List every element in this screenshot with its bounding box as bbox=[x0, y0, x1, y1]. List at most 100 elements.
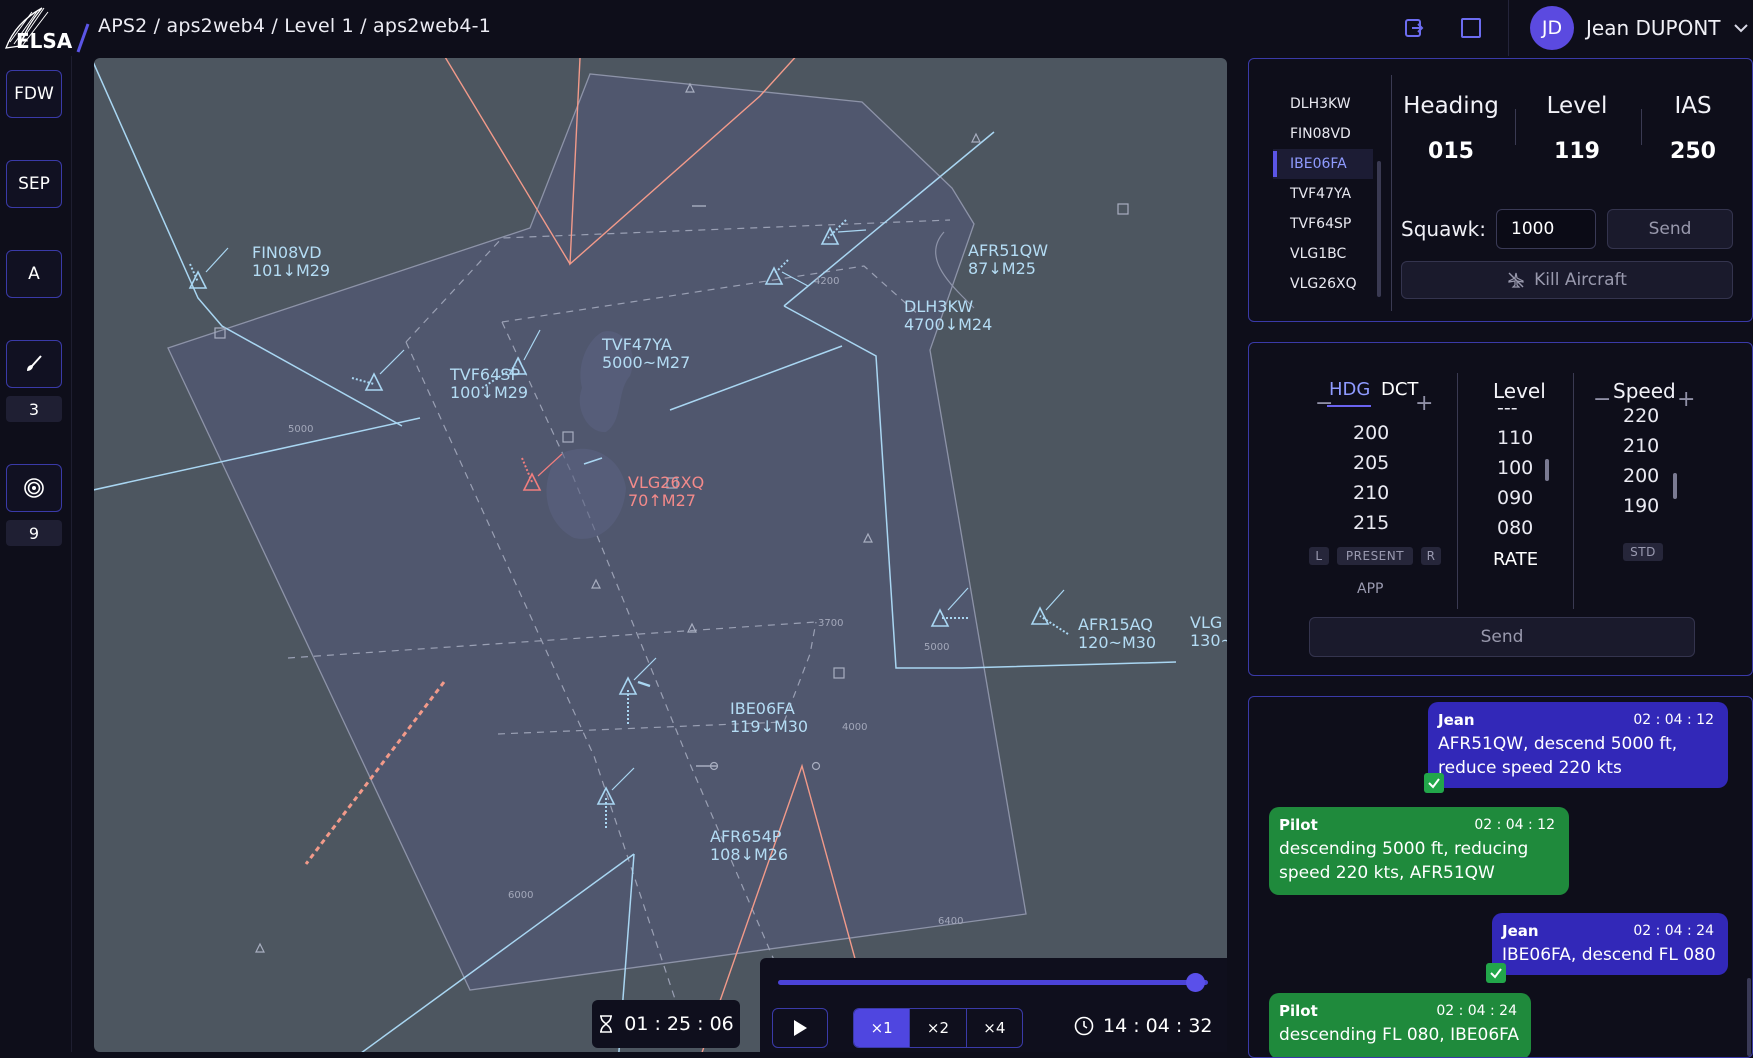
kill-aircraft-label: Kill Aircraft bbox=[1534, 270, 1627, 290]
target-icon bbox=[24, 478, 44, 498]
speed-option[interactable]: 210 bbox=[1623, 435, 1659, 457]
aircraft-label-callsign[interactable]: VLG bbox=[1190, 613, 1222, 632]
squawk-send-button[interactable]: Send bbox=[1607, 209, 1733, 249]
heading-option[interactable]: 200 bbox=[1353, 422, 1389, 444]
alt-label: 4000 bbox=[842, 722, 867, 733]
app-button[interactable]: APP bbox=[1357, 581, 1383, 597]
level-option[interactable]: 080 bbox=[1497, 517, 1533, 539]
alt-label: 5000 bbox=[288, 424, 313, 435]
chat-scrollbar[interactable] bbox=[1747, 978, 1751, 1056]
aircraft-label-callsign[interactable]: AFR51QW bbox=[968, 241, 1048, 260]
user-menu[interactable]: JD Jean DUPONT bbox=[1530, 6, 1749, 50]
callsign-list: DLH3KW FIN08VD IBE06FA TVF47YA TVF64SP V… bbox=[1273, 89, 1373, 299]
speed-plus-button[interactable]: + bbox=[1677, 365, 1695, 435]
aircraft-label-callsign[interactable]: DLH3KW bbox=[904, 297, 973, 316]
aircraft-label-callsign[interactable]: AFR15AQ bbox=[1078, 615, 1153, 634]
aircraft-label-callsign[interactable]: IBE06FA bbox=[730, 699, 795, 718]
squawk-label: Squawk: bbox=[1401, 217, 1486, 241]
turn-left-button[interactable]: L bbox=[1309, 547, 1329, 565]
aircraft-label-callsign[interactable]: TVF47YA bbox=[601, 335, 672, 354]
speed-scroller[interactable]: 220 210 200 190 bbox=[1623, 405, 1673, 535]
target-count: 9 bbox=[6, 520, 62, 546]
callsign-item[interactable]: FIN08VD bbox=[1273, 119, 1373, 149]
aircraft-label-data: 70↑M27 bbox=[628, 491, 696, 510]
std-speed-button[interactable]: STD bbox=[1623, 543, 1663, 561]
level-option[interactable]: 110 bbox=[1497, 427, 1533, 449]
speed-option[interactable]: 200 bbox=[1623, 465, 1659, 487]
chat-panel[interactable]: Jean 02 : 04 : 12 AFR51QW, descend 5000 … bbox=[1248, 696, 1753, 1058]
message-text: IBE06FA, descend FL 080 bbox=[1502, 945, 1716, 965]
tab-hdg[interactable]: HDG bbox=[1329, 379, 1370, 400]
callsign-item[interactable]: DLH3KW bbox=[1273, 89, 1373, 119]
chat-message-atc: Jean 02 : 04 : 12 AFR51QW, descend 5000 … bbox=[1428, 702, 1728, 788]
a-button[interactable]: A bbox=[6, 250, 62, 298]
heading-option[interactable]: 215 bbox=[1353, 512, 1389, 534]
aircraft-label-data: 100↓M29 bbox=[450, 383, 528, 402]
aircraft-label-callsign[interactable]: TVF64SP bbox=[449, 365, 520, 384]
callsign-scrollbar[interactable] bbox=[1377, 161, 1381, 297]
radar-view[interactable]: 4200 5000 3700 5000 4000 6000 6400 FIN08… bbox=[94, 58, 1227, 1052]
heading-minus-button[interactable]: − bbox=[1315, 369, 1333, 439]
level-scrollbar[interactable] bbox=[1545, 459, 1549, 481]
breadcrumb: APS2 / aps2web4 / Level 1 / aps2web4-1 bbox=[98, 15, 492, 37]
playback-slider-thumb[interactable] bbox=[1186, 973, 1206, 992]
divider bbox=[1515, 109, 1516, 145]
aircraft-label-callsign[interactable]: FIN08VD bbox=[252, 243, 322, 262]
squawk-input[interactable] bbox=[1496, 209, 1596, 249]
callsign-item[interactable]: TVF64SP bbox=[1273, 209, 1373, 239]
level-scroller[interactable]: --- 110 100 090 080 bbox=[1493, 405, 1553, 555]
alt-label: 3700 bbox=[818, 618, 843, 629]
turn-right-button[interactable]: R bbox=[1421, 547, 1441, 565]
sep-button[interactable]: SEP bbox=[6, 160, 62, 208]
message-line: speed 220 kts, AFR51QW bbox=[1279, 863, 1495, 883]
header-divider bbox=[1508, 0, 1509, 56]
aircraft-label-data: 108↓M26 bbox=[710, 845, 788, 864]
speed-option[interactable]: 190 bbox=[1623, 495, 1659, 517]
speed-title: Speed bbox=[1613, 379, 1676, 403]
aircraft-label-data: 4700↓M24 bbox=[904, 315, 992, 334]
brush-icon bbox=[27, 355, 42, 371]
callsign-item[interactable]: TVF47YA bbox=[1273, 179, 1373, 209]
message-text: descending 5000 ft, reducing speed 220 k… bbox=[1279, 837, 1559, 885]
tab-dct[interactable]: DCT bbox=[1381, 379, 1418, 400]
kill-aircraft-button[interactable]: Kill Aircraft bbox=[1401, 261, 1733, 299]
callsign-item[interactable]: VLG1BC bbox=[1273, 239, 1373, 269]
speed-x2-button[interactable]: ×2 bbox=[909, 1009, 965, 1047]
aircraft-label-data: 130~ bbox=[1190, 631, 1227, 650]
clearance-send-button[interactable]: Send bbox=[1309, 617, 1695, 657]
message-time: 02 : 04 : 12 bbox=[1474, 817, 1555, 833]
speed-option[interactable]: 220 bbox=[1623, 405, 1659, 427]
exit-icon[interactable] bbox=[1400, 14, 1428, 42]
check-icon bbox=[1486, 963, 1506, 983]
target-button[interactable] bbox=[6, 464, 62, 512]
heading-option[interactable]: 205 bbox=[1353, 452, 1389, 474]
present-heading-button[interactable]: PRESENT bbox=[1337, 547, 1413, 565]
level-option[interactable]: 090 bbox=[1497, 487, 1533, 509]
speed-x4-button[interactable]: ×4 bbox=[965, 1009, 1022, 1047]
callsign-item-selected[interactable]: IBE06FA bbox=[1273, 149, 1373, 179]
rate-button[interactable]: RATE bbox=[1493, 549, 1538, 570]
sim-clock: 14 : 04 : 32 bbox=[1074, 1015, 1213, 1037]
speed-scrollbar[interactable] bbox=[1673, 473, 1677, 499]
heading-option[interactable]: 210 bbox=[1353, 482, 1389, 504]
brush-button[interactable] bbox=[6, 340, 62, 388]
radar-map[interactable]: 4200 5000 3700 5000 4000 6000 6400 FIN08… bbox=[94, 58, 1227, 1052]
speed-minus-button[interactable]: − bbox=[1593, 365, 1611, 435]
avatar: JD bbox=[1530, 6, 1574, 50]
playback-slider[interactable] bbox=[778, 980, 1208, 985]
message-line: AFR51QW, descend 5000 ft, bbox=[1438, 734, 1678, 754]
speed-x1-button[interactable]: ×1 bbox=[854, 1009, 910, 1047]
aircraft-label-callsign[interactable]: VLG26XQ bbox=[628, 473, 704, 492]
fdw-button[interactable]: FDW bbox=[6, 70, 62, 118]
aircraft-label-callsign[interactable]: AFR654P bbox=[710, 827, 782, 846]
alert-aircraft-label: VLG26XQ 70↑M27 bbox=[628, 473, 704, 510]
message-time: 02 : 04 : 24 bbox=[1633, 923, 1714, 939]
left-toolbar: FDW SEP A 3 9 bbox=[0, 56, 72, 1052]
play-button[interactable] bbox=[772, 1008, 828, 1048]
level-option[interactable]: 100 bbox=[1497, 457, 1533, 479]
app-root: ELSA APS2 / aps2web4 / Level 1 / aps2web… bbox=[0, 0, 1753, 1058]
heading-plus-button[interactable]: + bbox=[1415, 369, 1433, 439]
fullscreen-icon[interactable] bbox=[1457, 14, 1485, 42]
callsign-item[interactable]: VLG26XQ bbox=[1273, 269, 1373, 299]
level-option[interactable]: --- bbox=[1497, 405, 1518, 419]
